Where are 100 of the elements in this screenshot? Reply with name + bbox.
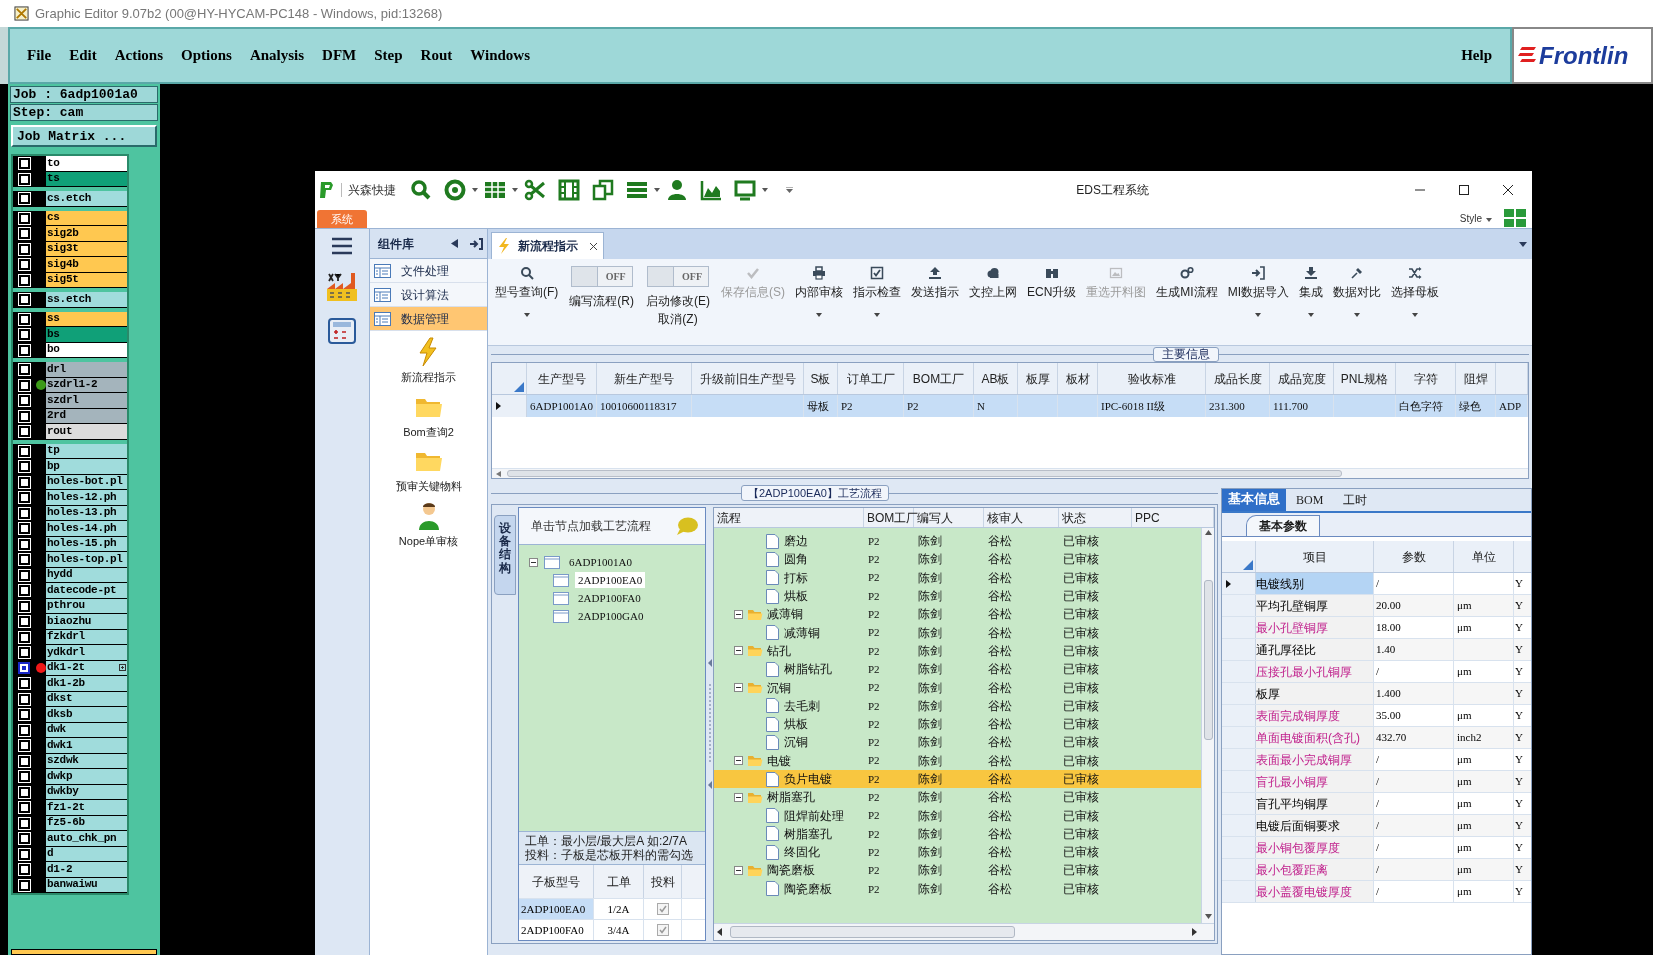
layer-name[interactable]: dk1-2b	[46, 676, 127, 692]
grid-icon[interactable]	[1504, 209, 1526, 227]
layer-name[interactable]: dwkp	[46, 769, 127, 785]
search-icon[interactable]	[410, 178, 432, 201]
nav-item[interactable]: 文件处理	[370, 259, 487, 283]
table-cell[interactable]: 表面完成铜厚度	[1256, 705, 1374, 726]
toolbar-button[interactable]: 数据对比	[1328, 266, 1387, 317]
collapse-icon[interactable]	[734, 792, 743, 802]
layer-checkbox[interactable]	[18, 410, 30, 422]
launcher-button[interactable]: 预审关键物料	[370, 446, 487, 495]
menu-item[interactable]: Rout	[413, 42, 460, 69]
layer-checkbox[interactable]	[18, 243, 30, 255]
layer-checkbox[interactable]	[18, 848, 30, 860]
layer-checkbox[interactable]	[18, 193, 30, 205]
nav-item[interactable]: 数据管理	[370, 307, 487, 331]
table-row[interactable]: 表面最小完成铜厚 / μm Y	[1222, 749, 1531, 771]
table-row[interactable]: 树脂塞孔 P2 陈剑 谷松 已审核	[714, 788, 1201, 807]
close-icon[interactable]	[1502, 183, 1514, 196]
dock-icon[interactable]	[470, 237, 483, 250]
table-cell[interactable]: 最小孔壁铜厚	[1256, 617, 1374, 638]
tab[interactable]: 基本信息	[1222, 489, 1286, 511]
layer-checkbox[interactable]	[18, 461, 30, 473]
checked-checkbox-icon[interactable]	[656, 924, 669, 936]
monitor-icon[interactable]	[734, 178, 756, 201]
table-row[interactable]: 盲孔平均铜厚 / μm Y	[1222, 793, 1531, 815]
column-header[interactable]: 单位	[1454, 541, 1514, 572]
table-cell[interactable]: 盲孔平均铜厚	[1256, 793, 1374, 814]
table-row[interactable]: 去毛刺 P2 陈剑 谷松 已审核	[714, 696, 1201, 715]
column-header[interactable]: 核审人	[984, 508, 1059, 527]
layer-checkbox[interactable]	[18, 329, 30, 341]
table-cell[interactable]: 通孔厚径比	[1256, 639, 1374, 660]
collapse-icon[interactable]	[734, 609, 743, 619]
caret-icon[interactable]	[762, 187, 768, 192]
layer-checkbox[interactable]	[18, 662, 30, 675]
column-header[interactable]: PNL规格	[1334, 363, 1396, 394]
collapse-icon[interactable]	[734, 646, 743, 656]
layer-checkbox[interactable]	[18, 379, 30, 391]
column-header[interactable]: 流程	[714, 508, 864, 527]
customize-icon[interactable]	[786, 186, 793, 193]
layer-name[interactable]: drl	[46, 362, 127, 378]
layer-checkbox[interactable]	[18, 709, 30, 721]
tree-node[interactable]: 终固化	[784, 843, 820, 862]
table-row[interactable]: 烘板 P2 陈剑 谷松 已审核	[714, 586, 1201, 606]
tab[interactable]: BOM	[1286, 489, 1334, 511]
layer-checkbox[interactable]	[18, 569, 30, 581]
layer-checkbox[interactable]	[18, 492, 30, 504]
layer-checkbox[interactable]	[18, 294, 30, 306]
column-header[interactable]: 字符	[1396, 363, 1456, 394]
table-cell[interactable]: 电镀线别	[1256, 573, 1374, 594]
layer-checkbox[interactable]	[18, 476, 30, 488]
table-row[interactable]: 板厚 1.400 Y	[1222, 683, 1531, 705]
layer-name[interactable]: dwk1	[46, 738, 127, 754]
tree-node[interactable]: 负片电镀	[784, 770, 832, 788]
layer-checkbox[interactable]	[18, 802, 30, 814]
tree-node[interactable]: 2ADP100EA0	[575, 571, 646, 589]
menu-icon[interactable]	[331, 237, 353, 255]
table-cell[interactable]: 压接孔最小孔铜厚	[1256, 661, 1374, 682]
tree-node[interactable]: 钻孔	[767, 641, 791, 660]
layer-checkbox[interactable]	[18, 364, 30, 376]
side-tab[interactable]: 设备结构	[494, 515, 516, 595]
column-header[interactable]: 验收标准	[1098, 363, 1206, 394]
layer-name[interactable]: cs.etch	[46, 191, 127, 207]
layer-name[interactable]: holes-14.ph	[46, 521, 127, 537]
layer-checkbox[interactable]	[18, 538, 30, 550]
table-row[interactable]: 通孔厚径比 1.40 Y	[1222, 639, 1531, 661]
table-row[interactable]: 阻焊前处理 P2 陈剑 谷松 已审核	[714, 806, 1201, 825]
layer-checkbox[interactable]	[18, 771, 30, 783]
layer-checkbox[interactable]	[18, 158, 30, 170]
toggle-switch[interactable]: OFF	[647, 266, 709, 287]
copy-icon[interactable]	[592, 178, 614, 201]
collapse-icon[interactable]	[734, 683, 743, 692]
table-row[interactable]: 最小孔壁铜厚 18.00 μm Y	[1222, 617, 1531, 639]
layer-name[interactable]: datecode-pt	[46, 583, 127, 599]
help-menu[interactable]: Help	[1457, 44, 1496, 67]
column-header[interactable]: 升级前旧生产型号	[692, 363, 804, 394]
tree-node[interactable]: 电镀	[767, 751, 791, 770]
layer-name[interactable]: sig2b	[46, 226, 127, 242]
toolbar-button[interactable]: 生成MI流程	[1151, 266, 1223, 301]
tree-node[interactable]: 烘板	[784, 715, 808, 734]
table-row[interactable]: 压接孔最小孔铜厚 / μm Y	[1222, 661, 1531, 683]
toolbar-button[interactable]: 发送指示	[906, 266, 964, 301]
layer-checkbox[interactable]	[18, 864, 30, 876]
layer-checkbox[interactable]	[18, 786, 30, 798]
table-cell[interactable]: 板厚	[1256, 683, 1374, 704]
calculator-icon[interactable]	[327, 317, 357, 345]
table-cell[interactable]: 单面电镀面积(含孔)	[1256, 727, 1374, 748]
caret-icon[interactable]	[1486, 218, 1492, 222]
area-chart-icon[interactable]	[700, 178, 722, 201]
layer-checkbox[interactable]	[18, 445, 30, 457]
table-cell[interactable]: 电镀后面铜要求	[1256, 815, 1374, 836]
tree-node[interactable]: 沉铜	[767, 678, 791, 697]
toolbar-button[interactable]: MI数据导入	[1222, 266, 1295, 317]
column-header[interactable]: 成品宽度	[1270, 363, 1334, 394]
column-header[interactable]: 项目	[1256, 541, 1374, 572]
scroll-left-icon[interactable]	[717, 928, 722, 936]
toggle-switch[interactable]: OFF	[570, 266, 633, 287]
job-matrix-button[interactable]: Job Matrix ...	[11, 125, 157, 147]
column-header[interactable]: 板材	[1058, 363, 1098, 394]
column-header[interactable]: 生产型号	[527, 363, 597, 394]
launcher-button[interactable]: Nope单审核	[370, 500, 487, 549]
